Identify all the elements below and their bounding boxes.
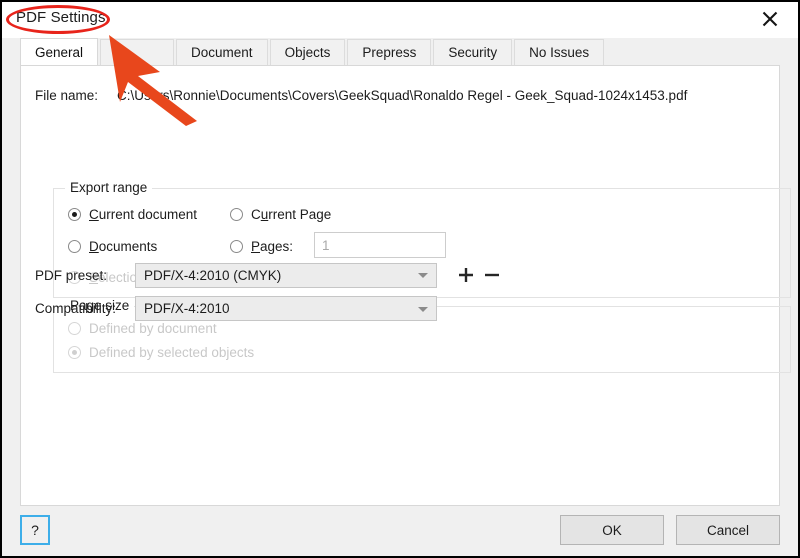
- radio-indicator: [230, 208, 243, 221]
- mnemonic-char: C: [89, 207, 99, 222]
- label-rest: rrent Page: [268, 207, 332, 222]
- general-tab-panel: File name: C:\Users\Ronnie\Documents\Cov…: [20, 65, 791, 506]
- tab-obscured[interactable]: [100, 39, 175, 65]
- radio-pages-label: Pages:: [251, 239, 293, 254]
- tab-general-label: General: [35, 44, 84, 60]
- tab-objects[interactable]: Objects: [269, 39, 346, 65]
- label-rest: ocuments: [98, 239, 158, 254]
- minus-icon: [485, 273, 499, 277]
- file-name-row: File name: C:\Users\Ronnie\Documents\Cov…: [35, 88, 687, 103]
- tab-prepress[interactable]: Prepress: [347, 39, 432, 65]
- pdf-preset-label: PDF preset:: [35, 267, 108, 283]
- file-name-label: File name:: [35, 88, 99, 103]
- tab-prepress-label: Prepress: [362, 45, 417, 60]
- radio-current-document-label: Current document: [89, 207, 197, 222]
- tab-objects-label: Objects: [284, 45, 331, 60]
- radio-defined-by-selected-objects: Defined by selected objects: [68, 345, 254, 360]
- title-bar: PDF Settings: [2, 2, 798, 38]
- close-button[interactable]: [748, 2, 792, 36]
- radio-defined-by-document-label: Defined by document: [89, 321, 217, 336]
- mnemonic-char: P: [251, 239, 261, 254]
- file-name-value: C:\Users\Ronnie\Documents\Covers\GeekSqu…: [117, 88, 688, 103]
- tab-general[interactable]: General: [20, 38, 99, 65]
- chevron-down-icon: [418, 306, 428, 312]
- radio-current-page[interactable]: Current Page: [230, 207, 331, 222]
- tab-no-issues[interactable]: No Issues: [514, 39, 605, 65]
- ok-button[interactable]: OK: [560, 515, 664, 545]
- radio-pages[interactable]: Pages:: [230, 239, 293, 254]
- compatibility-row: Compatibility: PDF/X-4:2010: [35, 296, 437, 321]
- add-preset-button[interactable]: [453, 262, 479, 288]
- screenshot-root: PDF Settings General Document Objects Pr…: [0, 0, 800, 558]
- tab-bar: General Document Objects Prepress Securi…: [20, 38, 780, 65]
- dialog-footer: ? OK Cancel: [2, 506, 798, 556]
- label-rest: urrent document: [98, 207, 198, 222]
- radio-indicator: [68, 322, 81, 335]
- label-rest: ages:: [260, 239, 294, 254]
- radio-defined-by-selected-objects-label: Defined by selected objects: [89, 345, 255, 360]
- tab-security[interactable]: Security: [433, 39, 513, 65]
- compatibility-value: PDF/X-4:2010: [144, 301, 230, 316]
- cancel-button[interactable]: Cancel: [676, 515, 780, 545]
- pdf-preset-select[interactable]: PDF/X-4:2010 (CMYK): [135, 262, 437, 288]
- pages-input[interactable]: 1: [314, 232, 446, 258]
- chevron-down-icon: [418, 273, 428, 278]
- tab-no-issues-label: No Issues: [529, 45, 590, 60]
- compatibility-select[interactable]: PDF/X-4:2010: [135, 296, 437, 321]
- help-button[interactable]: ?: [20, 515, 50, 545]
- radio-current-document[interactable]: Current document: [68, 207, 197, 222]
- radio-indicator: [68, 208, 81, 221]
- tab-document[interactable]: Document: [176, 39, 268, 65]
- compatibility-label: Compatibility:: [35, 301, 117, 316]
- label-pre: C: [251, 207, 261, 222]
- page-title: PDF Settings: [16, 9, 106, 26]
- radio-documents[interactable]: Documents: [68, 239, 157, 254]
- tab-document-label: Document: [191, 45, 253, 60]
- pdf-preset-value: PDF/X-4:2010 (CMYK): [144, 267, 282, 283]
- radio-indicator: [68, 346, 81, 359]
- preset-actions: [453, 262, 505, 288]
- radio-defined-by-document: Defined by document: [68, 321, 217, 336]
- pdf-preset-row: PDF preset: PDF/X-4:2010 (CMYK): [35, 262, 505, 288]
- mnemonic-char: D: [89, 239, 99, 254]
- tab-security-label: Security: [448, 45, 498, 60]
- radio-indicator: [230, 240, 243, 253]
- radio-current-page-label: Current Page: [251, 207, 331, 222]
- plus-icon: [459, 268, 473, 282]
- close-icon: [761, 10, 779, 28]
- remove-preset-button[interactable]: [479, 262, 505, 288]
- pdf-settings-dialog: PDF Settings General Document Objects Pr…: [2, 2, 798, 556]
- radio-documents-label: Documents: [89, 239, 157, 254]
- export-range-legend: Export range: [65, 180, 153, 195]
- radio-indicator: [68, 240, 81, 253]
